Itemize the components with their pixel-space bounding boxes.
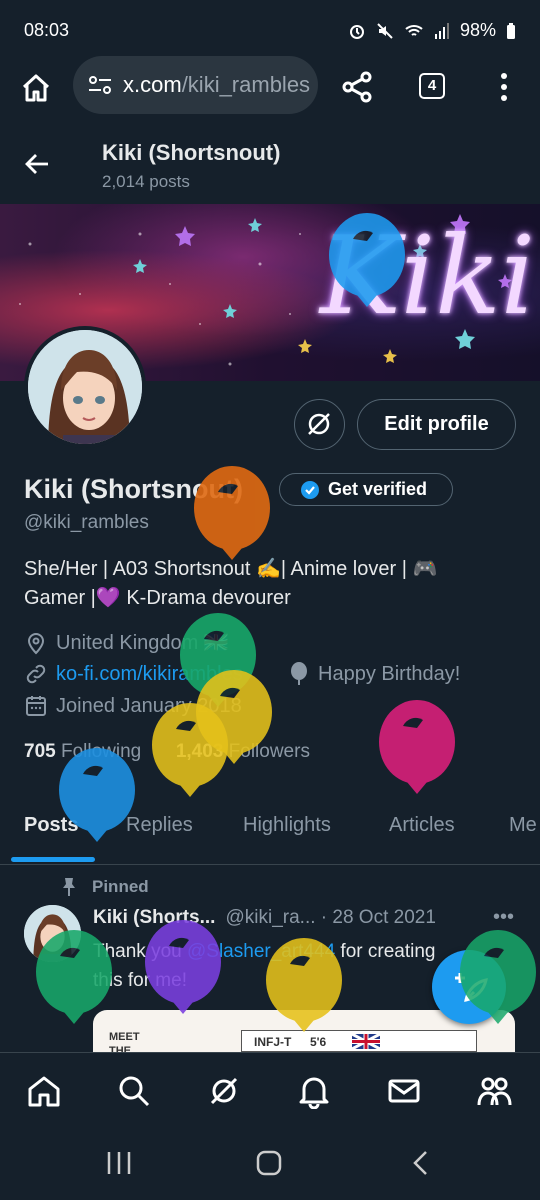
pinned-label: Pinned (60, 877, 149, 897)
tab-highlights[interactable]: Highlights (243, 814, 331, 837)
compose-icon (455, 973, 488, 1002)
search-icon[interactable] (116, 1073, 152, 1109)
tab-replies[interactable]: Replies (126, 814, 193, 837)
header-post-count: 2,014 posts (102, 172, 190, 191)
follow-counts: 705 Following 1,403 Followers (24, 741, 310, 763)
avatar-illustration (28, 330, 142, 444)
bottom-navigation (0, 1052, 540, 1128)
status-bar: 08:03 98% (0, 0, 540, 56)
tab-posts[interactable]: Posts (24, 814, 78, 837)
battery-percent: 98% (459, 20, 496, 40)
balloon-pink (379, 700, 455, 794)
following-link[interactable]: 705 Following (24, 741, 141, 762)
following-count: 705 (24, 741, 56, 762)
tweet-mention[interactable]: @Slasher_art444 (187, 941, 335, 962)
balloon-icon (291, 662, 307, 685)
followers-link[interactable]: 1,403 Followers (176, 741, 310, 762)
system-navigation (0, 1128, 540, 1200)
grok-icon (308, 413, 330, 435)
location-icon (27, 632, 45, 654)
site-settings-icon[interactable] (87, 74, 113, 96)
url-bar[interactable]: x.com/kiki_rambles (73, 56, 318, 114)
tweet-more-icon[interactable]: ••• (493, 906, 514, 929)
profile-display-name: Kiki (Shortsnout) (24, 474, 243, 504)
tweet-text: Thank you @Slasher_art444 for creating t… (93, 937, 453, 995)
wifi-icon (405, 24, 423, 36)
alarm-icon (349, 24, 364, 39)
tab-articles[interactable]: Articles (389, 814, 455, 837)
notifications-icon[interactable] (296, 1073, 332, 1109)
grok-button[interactable] (294, 399, 345, 450)
followers-label: Followers (228, 741, 310, 762)
signal-icon (434, 22, 449, 39)
joined-text: Joined January 2018 (56, 694, 242, 717)
communities-icon[interactable] (476, 1073, 512, 1109)
header-title: Kiki (Shortsnout) (102, 140, 281, 165)
birthday-text: Happy Birthday! (318, 662, 461, 685)
calendar-icon (26, 696, 46, 716)
profile-avatar[interactable] (24, 326, 146, 448)
tab-media[interactable]: Me (509, 814, 537, 837)
followers-count: 1,403 (175, 741, 224, 762)
bio-line-2: Gamer |💜 K-Drama devourer (24, 587, 291, 609)
media-type-text: INFJ-T (254, 1035, 292, 1049)
bio-line-1: She/Her | A03 Shortsnout ✍️| Anime lover… (24, 558, 438, 580)
home-nav-icon[interactable] (26, 1073, 62, 1109)
status-icons: 98% (348, 20, 516, 41)
profile-bio: She/Her | A03 Shortsnout ✍️| Anime lover… (24, 555, 494, 613)
grok-nav-icon[interactable] (206, 1073, 242, 1109)
profile-tabs: Posts Replies Highlights Articles Me (0, 800, 540, 865)
system-back-icon[interactable] (408, 1150, 434, 1176)
tweet-author-name[interactable]: Kiki (Shorts... (93, 907, 215, 929)
battery-icon (507, 22, 515, 39)
following-label: Following (60, 741, 142, 762)
edit-profile-button[interactable]: Edit profile (357, 399, 516, 450)
location-text: United Kingdom 🇬🇧 (56, 632, 229, 654)
tweet-avatar-illustration (24, 905, 81, 962)
system-home-icon[interactable] (256, 1150, 282, 1176)
link-icon (26, 664, 46, 684)
profile-joined: Joined January 2018 (24, 694, 242, 718)
active-tab-indicator (11, 857, 95, 862)
uk-flag-icon (352, 1034, 380, 1049)
tab-switcher-button[interactable]: 4 (419, 73, 445, 99)
url-path: /kiki_rambles (181, 72, 311, 97)
browser-toolbar: x.com/kiki_rambles 4 (0, 56, 540, 120)
messages-icon[interactable] (386, 1073, 422, 1109)
url-host: x.com (123, 72, 182, 97)
media-info-box: INFJ-T 5'6 (241, 1030, 477, 1052)
profile-handle: @kiki_rambles (24, 512, 149, 533)
status-time: 08:03 (24, 20, 70, 40)
website-link[interactable]: ko-fi.com/kikirambles (56, 663, 243, 686)
pin-icon (63, 878, 75, 896)
back-icon[interactable] (24, 152, 50, 176)
balloon-green-1 (180, 613, 256, 707)
media-height-text: 5'6 (310, 1035, 327, 1049)
tweet-text-start: Thank you (93, 941, 187, 962)
verified-icon (301, 480, 319, 499)
get-verified-label: Get verified (328, 479, 428, 499)
tweet-avatar[interactable] (24, 905, 81, 962)
tweet-meta: @kiki_ra... · 28 Oct 2021 (225, 907, 436, 928)
recent-apps-icon[interactable] (106, 1150, 132, 1176)
profile-location: United Kingdom 🇬🇧 (24, 630, 229, 655)
profile-birthday: Happy Birthday! (288, 662, 460, 686)
compose-post-button[interactable] (432, 950, 506, 1024)
pinned-text: Pinned (92, 877, 149, 896)
share-icon[interactable] (340, 70, 374, 104)
banner-text: Kiki (320, 214, 536, 339)
profile-header: Kiki (Shortsnout) 2,014 posts (0, 126, 540, 204)
more-icon[interactable] (494, 70, 514, 104)
get-verified-button[interactable]: Get verified (279, 473, 453, 506)
tweet-header: Kiki (Shorts... @kiki_ra... · 28 Oct 202… (93, 907, 436, 929)
home-icon[interactable] (20, 72, 52, 104)
profile-website[interactable]: ko-fi.com/kikirambles (24, 662, 243, 686)
mute-icon (377, 22, 393, 39)
